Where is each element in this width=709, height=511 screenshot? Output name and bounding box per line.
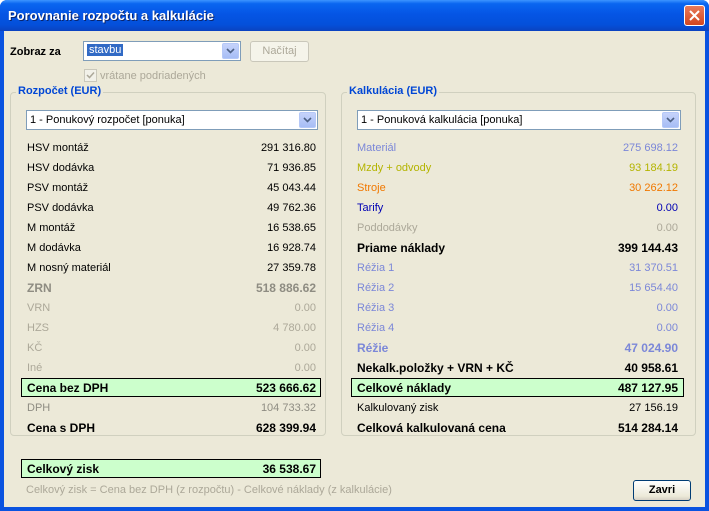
calculation-combobox[interactable]: 1 - Ponuková kalkulácia [ponuka] [357,110,681,130]
calculated-profit-value: 27 156.19 [629,402,678,414]
dialog-window: Porovnanie rozpočtu a kalkulácie Zobraz … [0,0,709,511]
budget-row-value: 49 762.36 [267,202,316,214]
calc-row-label: Réžia 2 [357,282,395,294]
direct-costs-label: Priame náklady [357,241,446,255]
price-no-vat-value: 523 666.62 [255,381,316,395]
include-sub-label: vrátane podriadených [100,70,206,82]
total-profit-value: 36 538.67 [262,462,316,476]
total-calc-price-value: 514 284.14 [617,421,678,435]
price-no-vat-label: Cena bez DPH [27,381,109,395]
calc-row-value: 15 654.40 [629,282,678,294]
calc-row-label: Stroje [357,182,386,194]
dialog-client: Zobraz za stavbu Načítaj vrátane podriad… [4,31,705,507]
title-bar[interactable]: Porovnanie rozpočtu a kalkulácie [0,0,709,31]
total-calc-price-label: Celková kalkulovaná cena [357,421,506,435]
show-for-label: Zobraz za [10,46,61,58]
price-vat-value: 628 399.94 [255,421,316,435]
vat-label: DPH [27,402,51,414]
calc-row-value: 0.00 [656,222,678,234]
budget-row-value: 71 936.85 [267,162,316,174]
load-button[interactable]: Načítaj [250,41,309,62]
budget-row-value: 0.00 [294,362,316,374]
calc-row-label: Réžia 4 [357,322,395,334]
total-profit-note: Celkový zisk = Cena bez DPH (z rozpočtu)… [26,484,392,496]
show-for-combobox[interactable]: stavbu [83,41,241,61]
total-costs-label: Celkové náklady [357,381,452,395]
close-icon [689,10,700,21]
total-costs-value: 487 127.95 [617,381,678,395]
show-for-value: stavbu [87,44,124,56]
budget-row-value: 4 780.00 [273,322,316,334]
calc-row-value: 0.00 [656,322,678,334]
budget-row-label: HSV montáž [27,142,89,154]
checkmark-icon [86,71,95,79]
budget-row-value: 0.00 [294,302,316,314]
overheads-value: 47 024.90 [624,341,678,355]
budget-select-value: 1 - Ponukový rozpočet [ponuka] [30,114,185,126]
budget-zrn-value: 518 886.62 [255,281,316,295]
calculation-select-value: 1 - Ponuková kalkulácia [ponuka] [361,114,523,126]
chevron-down-icon [226,48,235,54]
budget-row-value: 27 359.78 [267,262,316,274]
budget-dropdown-button[interactable] [299,112,316,128]
calc-row-label: Materiál [357,142,397,154]
budget-group-title: Rozpočet (EUR) [16,85,104,97]
budget-row-label: M nosný materiál [27,262,111,274]
budget-combobox[interactable]: 1 - Ponukový rozpočet [ponuka] [26,110,318,130]
calc-row-value: 275 698.12 [622,142,678,154]
chevron-down-icon [303,117,312,123]
calc-row-value: 0.00 [656,302,678,314]
show-for-dropdown-button[interactable] [222,43,239,59]
budget-row-value: 45 043.44 [267,182,316,194]
total-profit-label: Celkový zisk [27,462,100,476]
noncalc-items-value: 40 958.61 [624,361,678,375]
budget-row-value: 291 316.80 [260,142,316,154]
calc-row-label: Réžia 1 [357,262,395,274]
budget-row-label: PSV montáž [27,182,89,194]
budget-row-value: 16 928.74 [267,242,316,254]
window-title: Porovnanie rozpočtu a kalkulácie [8,8,214,23]
budget-row-label: VRN [27,302,51,314]
budget-row-label: M dodávka [27,242,81,254]
calc-row-value: 93 184.19 [629,162,678,174]
calc-row-value: 0.00 [656,202,678,214]
budget-row-label: Iné [27,362,43,374]
calc-row-label: Poddodávky [357,222,418,234]
budget-zrn-label: ZRN [27,281,52,295]
chevron-down-icon [666,117,675,123]
include-sub-checkbox[interactable] [84,69,97,82]
budget-row-label: KČ [27,342,43,354]
calculation-group-title: Kalkulácia (EUR) [347,85,440,97]
budget-row-value: 16 538.65 [267,222,316,234]
budget-row-label: M montáž [27,222,76,234]
calculation-dropdown-button[interactable] [662,112,679,128]
budget-row-label: PSV dodávka [27,202,94,214]
price-vat-label: Cena s DPH [27,421,96,435]
direct-costs-value: 399 144.43 [617,241,678,255]
calc-row-value: 31 370.51 [629,262,678,274]
overheads-label: Réžie [357,341,389,355]
budget-row-label: HSV dodávka [27,162,95,174]
vat-value: 104 733.32 [260,402,316,414]
calc-row-value: 30 262.12 [629,182,678,194]
calculated-profit-label: Kalkulovaný zisk [357,402,439,414]
close-window-button[interactable] [684,5,705,26]
noncalc-items-label: Nekalk.položky + VRN + KČ [357,361,514,375]
calc-row-label: Mzdy + odvody [357,162,432,174]
close-button[interactable]: Zavri [633,480,691,501]
budget-row-label: HZS [27,322,49,334]
budget-row-value: 0.00 [294,342,316,354]
calc-row-label: Tarify [357,202,384,214]
calc-row-label: Réžia 3 [357,302,395,314]
